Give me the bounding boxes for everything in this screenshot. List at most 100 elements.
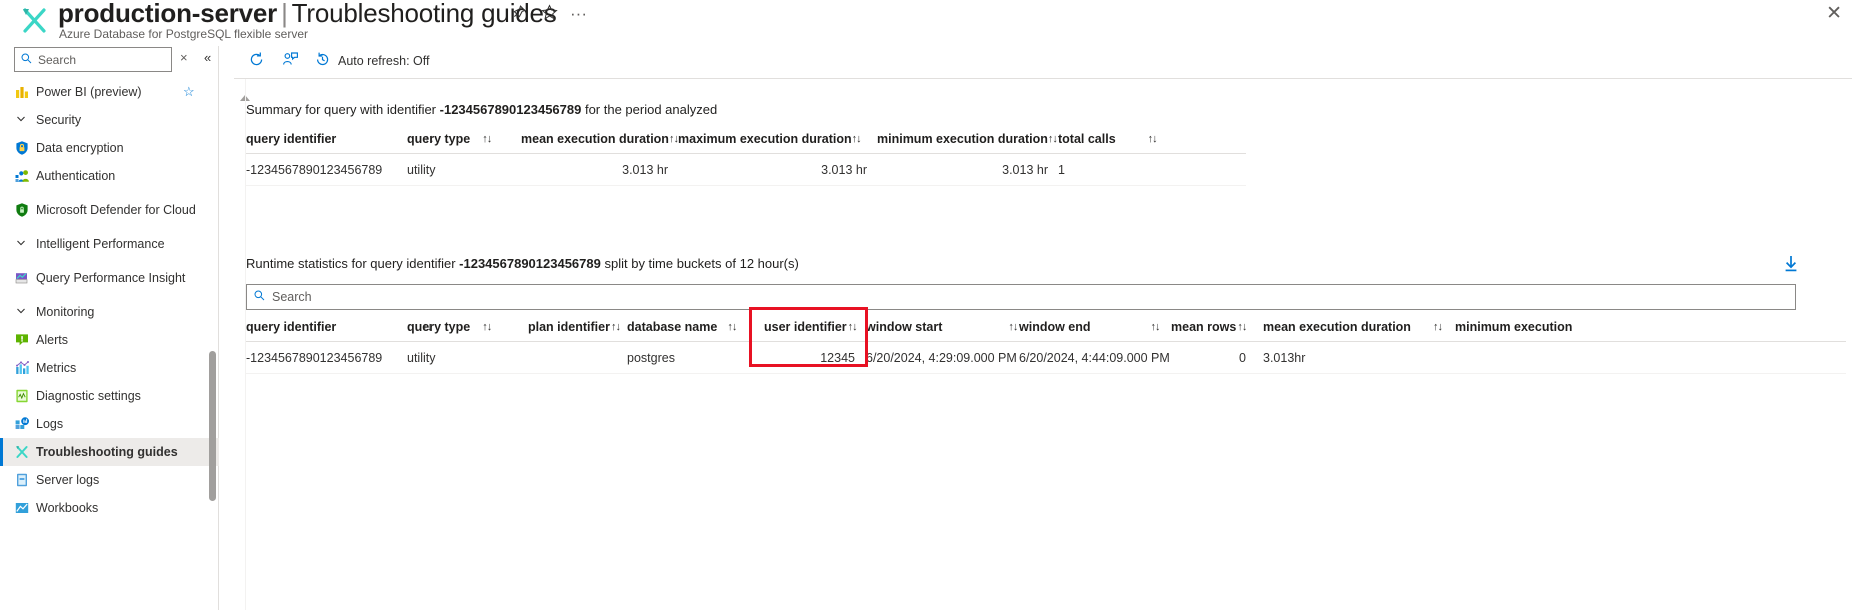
runtime-title-identifier: -1234567890123456789 [459,256,601,271]
refresh-icon [248,51,265,71]
troubleshoot-wrench-icon [14,444,30,460]
th-window-start[interactable]: window start ↑↓ [866,312,1018,341]
th-total-calls[interactable]: total calls ↑↓ [1058,124,1158,153]
th-label: maximum execution duration [678,131,852,146]
refresh-button[interactable] [248,50,265,72]
close-icon[interactable]: ✕ [1826,2,1842,25]
sidebar-item-alerts[interactable]: Alerts [0,326,219,354]
feedback-button[interactable] [282,50,299,72]
runtime-search-input[interactable]: Search [246,284,1796,310]
sidebar-item-power-bi[interactable]: Power BI (preview) ☆ [0,78,219,106]
th-query-type[interactable]: query type ↑↓ [407,124,492,153]
sort-icon[interactable]: ↑↓ [669,133,679,145]
sidebar-group-security[interactable]: Security [0,106,219,134]
clock-history-icon [314,51,331,71]
table-row[interactable]: -1234567890123456789 utility 3.013 hr 3.… [246,154,1246,186]
th-label: minimum execution duration [877,131,1048,146]
nav-search-row: Search × « [0,46,219,78]
pin-icon[interactable] [510,4,527,26]
sort-icon[interactable]: ↑↓ [611,321,621,333]
more-options-icon[interactable]: ··· [570,4,587,24]
lock-shield-icon [14,140,30,156]
sidebar-item-microsoft-defender-for-cloud[interactable]: Microsoft Defender for Cloud [0,190,219,230]
auto-refresh-button[interactable]: Auto refresh: Off [314,50,429,72]
cell-query-type: utility [407,350,436,365]
cell-user-identifier: 12345 [820,350,855,365]
blade-header: production-server | Troubleshooting guides… [0,0,1852,46]
sidebar-item-server-logs[interactable]: Server logs [0,466,219,494]
sidebar-item-troubleshooting-guides[interactable]: Troubleshooting guides [0,438,219,466]
logs-icon [14,416,30,432]
th-minimum-execution[interactable]: minimum execution [1455,312,1572,341]
sidebar-group-monitoring[interactable]: Monitoring [0,298,219,326]
sort-icon[interactable]: ↑↓ [1048,133,1058,145]
th-maximum-execution-duration[interactable]: maximum execution duration ↑↓ [678,124,862,153]
resource-type-subtitle: Azure Database for PostgreSQL flexible s… [59,27,309,41]
table-row[interactable]: -1234567890123456789 utility postgres 12… [246,342,1846,374]
sidebar-item-label: Metrics [36,361,77,375]
sidebar-item-workbooks[interactable]: Workbooks [0,494,219,522]
sort-icon[interactable]: ↑↓ [1433,321,1443,333]
nav-search-clear-icon[interactable]: × [180,50,188,65]
th-window-end[interactable]: window end ↑↓ [1019,312,1161,341]
sort-icon[interactable]: ↑↓ [852,133,862,145]
sidebar-item-label: Power BI (preview) [36,85,142,99]
sidebar-item-authentication[interactable]: Authentication [0,162,219,190]
cell-mean-execution-duration: 3.013 hr [622,162,668,177]
sort-icon[interactable]: ↑↓ [482,321,492,333]
server-logs-icon [14,472,30,488]
th-query-type[interactable]: query type ↑↓ [407,312,492,341]
th-label: mean execution duration [1263,319,1411,334]
sidebar-item-label: Microsoft Defender for Cloud [36,203,196,217]
sort-icon[interactable]: ↑↓ [1237,321,1247,333]
th-query-identifier[interactable]: query identifier ↑↓ [246,312,432,341]
th-mean-execution-duration[interactable]: mean execution duration ↑↓ [521,124,679,153]
sort-icon[interactable]: ↑↓ [482,133,492,145]
page-title: production-server | Troubleshooting guides [58,0,557,28]
sort-icon[interactable]: ↑↓ [727,321,737,333]
favorite-star-icon[interactable] [541,4,558,26]
th-mean-rows[interactable]: mean rows ↑↓ [1171,312,1247,341]
search-icon [254,290,265,304]
runtime-title-prefix: Runtime statistics for query identifier [246,256,456,271]
th-query-identifier[interactable]: query identifier ↑↓ [246,124,434,153]
sort-icon[interactable]: ↑↓ [1151,321,1161,333]
th-user-identifier[interactable]: user identifier ↑↓ [764,312,858,341]
command-toolbar: Auto refresh: Off [234,46,1852,79]
sort-icon[interactable]: ↑↓ [1008,321,1018,333]
sidebar-item-label: Workbooks [36,501,99,515]
title-separator: | [281,0,288,28]
sidebar-item-metrics[interactable]: Metrics [0,354,219,382]
th-label: window end [1019,319,1091,334]
sidebar-item-data-encryption[interactable]: Data encryption [0,134,219,162]
th-label: query type [407,319,471,334]
runtime-search-placeholder: Search [272,290,312,304]
favorite-star-icon[interactable]: ☆ [183,84,195,100]
chevron-down-icon [16,306,26,319]
sidebar-item-query-performance-insight[interactable]: Query Performance Insight [0,258,219,298]
sort-icon[interactable]: ↑↓ [1148,133,1158,145]
nav-collapse-icon[interactable]: « [204,50,211,65]
nav-scrollbar[interactable] [209,351,216,501]
th-database-name[interactable]: database name ↑↓ [627,312,737,341]
th-minimum-execution-duration[interactable]: minimum execution duration ↑↓ [877,124,1058,153]
sort-icon[interactable]: ↑↓ [848,321,858,333]
nav-search-input[interactable]: Search [14,47,172,72]
summary-table-header-row: query identifier ↑↓ query type ↑↓ mean e… [246,124,1246,154]
sidebar-item-label: Query Performance Insight [36,271,186,285]
sidebar-item-diagnostic-settings[interactable]: Diagnostic settings [0,382,219,410]
th-plan-identifier[interactable]: plan identifier ↑↓ [528,312,621,341]
power-bi-icon [14,84,30,100]
th-mean-execution-duration[interactable]: mean execution duration ↑↓ [1263,312,1443,341]
cell-query-identifier: -1234567890123456789 [246,350,383,365]
runtime-section-title: Runtime statistics for query identifier … [246,256,799,271]
nav-search-placeholder: Search [38,52,77,67]
th-label: minimum execution [1455,319,1573,334]
sidebar-item-logs[interactable]: Logs [0,410,219,438]
summary-section-title: Summary for query with identifier -12345… [246,102,717,117]
diagnostic-settings-icon [14,388,30,404]
sidebar-group-intelligent-performance[interactable]: Intelligent Performance [0,230,219,258]
th-label: query identifier [246,319,337,334]
download-icon[interactable] [1781,254,1801,279]
cell-mean-rows: 0 [1239,350,1246,365]
